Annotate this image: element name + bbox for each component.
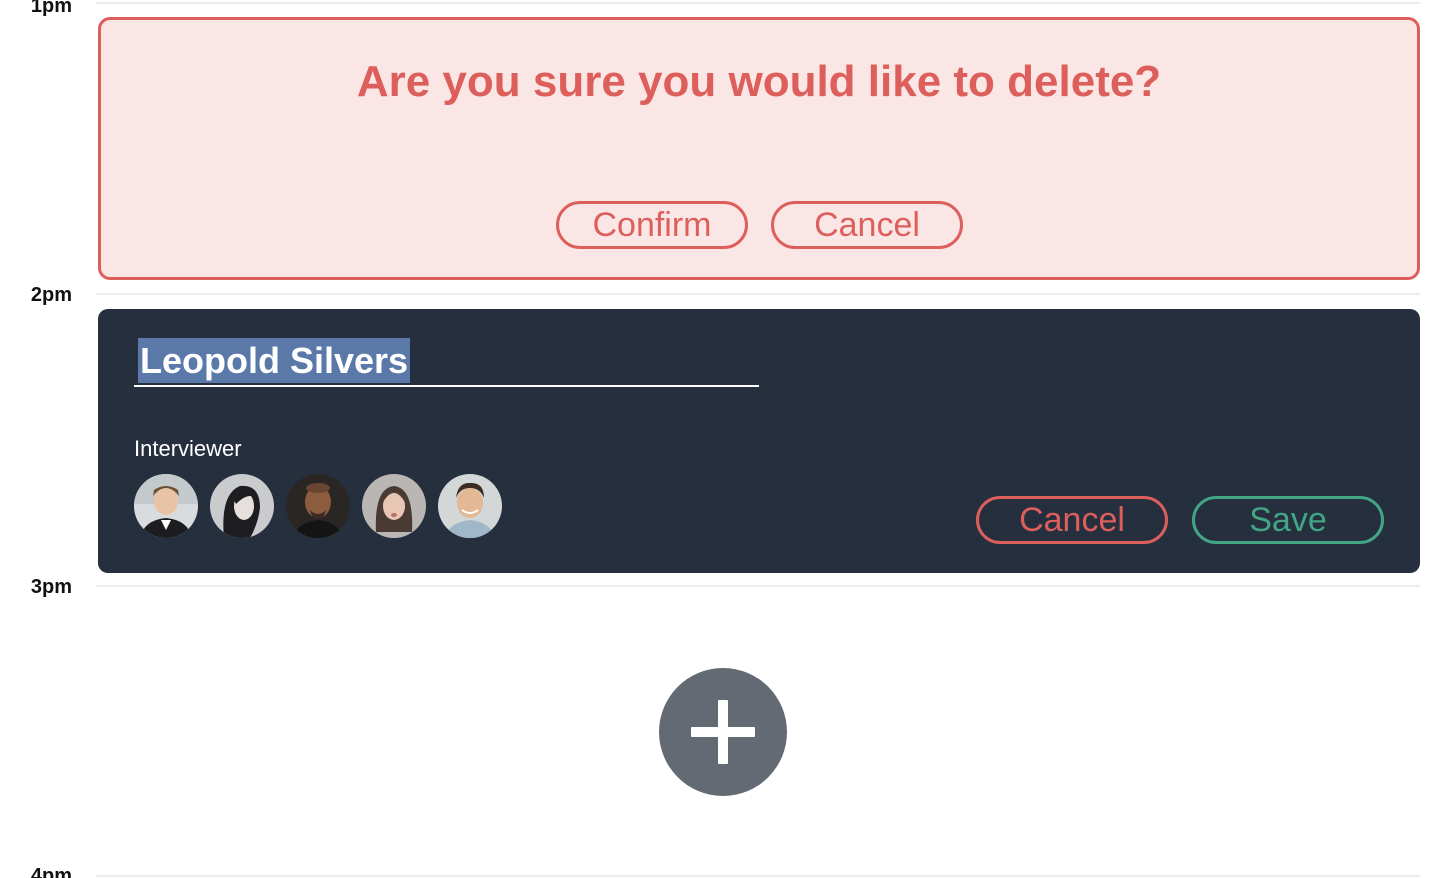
interviewer-avatar-list xyxy=(134,474,502,538)
hour-label-4pm: 4pm xyxy=(30,865,72,878)
edit-event-card: Leopold Silvers Interviewer Cancel Save xyxy=(98,309,1420,573)
candidate-name-input[interactable]: Leopold Silvers xyxy=(138,338,411,383)
hour-label-2pm: 2pm xyxy=(30,284,72,306)
interviewer-avatar-1[interactable] xyxy=(134,474,198,538)
interviewer-avatar-2[interactable] xyxy=(210,474,274,538)
cancel-edit-button[interactable]: Cancel xyxy=(976,496,1168,544)
day-calendar: 1pm 2pm 3pm 4pm Are you sure you would l… xyxy=(0,0,1456,878)
delete-confirm-card: Are you sure you would like to delete? C… xyxy=(98,17,1420,280)
hour-label-1pm: 1pm xyxy=(30,0,72,17)
save-button[interactable]: Save xyxy=(1192,496,1384,544)
interviewer-avatar-5[interactable] xyxy=(438,474,502,538)
hour-label-3pm: 3pm xyxy=(30,576,72,598)
hour-divider xyxy=(96,2,1420,4)
cancel-delete-button[interactable]: Cancel xyxy=(771,201,963,249)
interviewer-avatar-4[interactable] xyxy=(362,474,426,538)
hour-divider xyxy=(96,585,1420,587)
plus-icon xyxy=(691,700,755,764)
interviewer-label: Interviewer xyxy=(134,436,242,461)
hour-divider xyxy=(96,875,1420,877)
confirm-delete-button[interactable]: Confirm xyxy=(556,201,748,249)
delete-confirm-question: Are you sure you would like to delete? xyxy=(356,57,1162,106)
hour-divider xyxy=(96,293,1420,295)
candidate-name-field[interactable]: Leopold Silvers xyxy=(134,337,759,387)
interviewer-avatar-3[interactable] xyxy=(286,474,350,538)
add-event-button[interactable] xyxy=(659,668,787,796)
